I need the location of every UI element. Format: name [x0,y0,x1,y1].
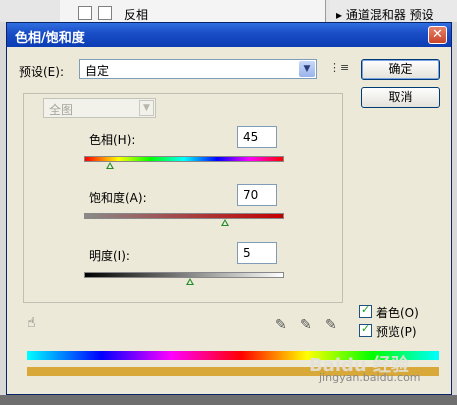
lightness-slider-thumb[interactable] [186,278,194,285]
edit-range-dropdown[interactable]: 全图 ▼ [43,98,156,118]
hue-slider-thumb[interactable] [106,162,114,169]
close-icon: ✕ [432,27,443,42]
layer-link-box [98,6,112,20]
background-layers-panel: 反相 [60,0,326,22]
edit-range-value: 全图 [49,103,74,117]
eyedropper-plus-icon[interactable]: ✎ [300,317,312,333]
hue-value: 45 [243,130,259,144]
saturation-label: 饱和度(A): [89,191,147,205]
ok-button[interactable]: 确定 [361,59,440,80]
preset-label: 预设(E): [19,65,64,79]
background-layer-label: 反相 [124,8,149,22]
hue-slider-track[interactable] [84,156,284,169]
colorize-label[interactable]: 着色(O) [376,304,419,321]
saturation-slider-thumb[interactable] [221,219,229,226]
eyedropper-icon[interactable]: ✎ [275,317,287,333]
hand-adjust-icon[interactable]: ☝ [27,315,36,331]
background-panel-text: ▸ 通道混和器 预设 [336,8,434,22]
lightness-slider-track[interactable] [84,272,284,285]
dialog-title: 色相/饱和度 [15,31,85,46]
background-actions-panel: ▸ 通道混和器 预设 [330,0,457,22]
background-bottom-strip [0,395,457,405]
colorize-checkbox[interactable] [359,303,372,318]
saturation-value: 70 [243,188,259,202]
eyedropper-minus-icon[interactable]: ✎ [325,317,337,333]
preset-menu-icon[interactable]: ⋮≡ [329,61,349,75]
watermark-url: jingyan.baidu.com [319,371,421,384]
lightness-input[interactable]: 5 [237,242,277,264]
cancel-button[interactable]: 取消 [361,87,440,108]
hue-input[interactable]: 45 [237,126,277,148]
preview-label[interactable]: 预览(P) [376,323,417,340]
hue-saturation-dialog: 色相/饱和度 ✕ 预设(E): 自定 ▼ ⋮≡ 确定 取消 全图 ▼ 色相(H)… [6,22,452,395]
preview-checkbox[interactable] [359,322,372,337]
preset-dropdown[interactable]: 自定 ▼ [79,59,317,79]
chevron-down-icon[interactable]: ▼ [139,100,154,116]
lightness-label: 明度(I): [89,249,130,263]
saturation-slider-track[interactable] [84,213,284,226]
saturation-input[interactable]: 70 [237,184,277,206]
layer-visibility-box [78,6,92,20]
lightness-value: 5 [243,246,251,260]
dialog-titlebar[interactable]: 色相/饱和度 ✕ [7,23,451,47]
hue-label: 色相(H): [89,133,136,147]
close-button[interactable]: ✕ [428,26,447,44]
preset-value: 自定 [85,64,110,78]
chevron-down-icon[interactable]: ▼ [299,61,315,77]
